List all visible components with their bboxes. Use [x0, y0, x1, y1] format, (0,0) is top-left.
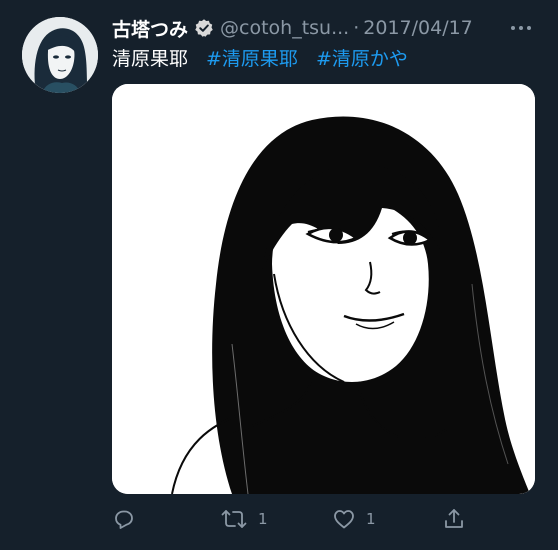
tweet-text: 清原果耶 #清原果耶 #清原かや — [112, 44, 408, 71]
tweet-media-image[interactable] — [112, 84, 535, 494]
tweet-header: 古塔つみ @cotoh_tsu... · 2017/04/17 — [112, 14, 473, 42]
retweet-count: 1 — [258, 510, 268, 528]
tweet-date[interactable]: 2017/04/17 — [363, 17, 473, 39]
reply-icon — [112, 507, 136, 531]
like-count: 1 — [366, 510, 376, 528]
like-button[interactable]: 1 — [332, 502, 376, 536]
tweet-actions: 1 1 — [112, 502, 535, 536]
tweet[interactable]: 古塔つみ @cotoh_tsu... · 2017/04/17 清原果耶 #清原… — [0, 0, 558, 550]
verified-badge-icon — [194, 18, 214, 38]
avatar-portrait-icon — [22, 17, 98, 93]
display-name[interactable]: 古塔つみ — [112, 15, 188, 42]
more-options-icon[interactable] — [508, 14, 534, 42]
avatar[interactable] — [22, 17, 98, 93]
tweet-text-body: 清原果耶 — [112, 48, 189, 70]
user-handle[interactable]: @cotoh_tsu... — [220, 17, 349, 39]
share-icon — [442, 507, 466, 531]
share-button[interactable] — [442, 502, 466, 536]
hashtag-link[interactable]: #清原果耶 — [206, 44, 298, 71]
portrait-illustration-icon — [112, 84, 535, 494]
separator-dot: · — [353, 17, 360, 39]
hashtag-link[interactable]: #清原かや — [316, 44, 408, 71]
heart-icon — [332, 507, 356, 531]
reply-button[interactable] — [112, 502, 136, 536]
retweet-icon — [220, 507, 248, 531]
retweet-button[interactable]: 1 — [220, 502, 268, 536]
